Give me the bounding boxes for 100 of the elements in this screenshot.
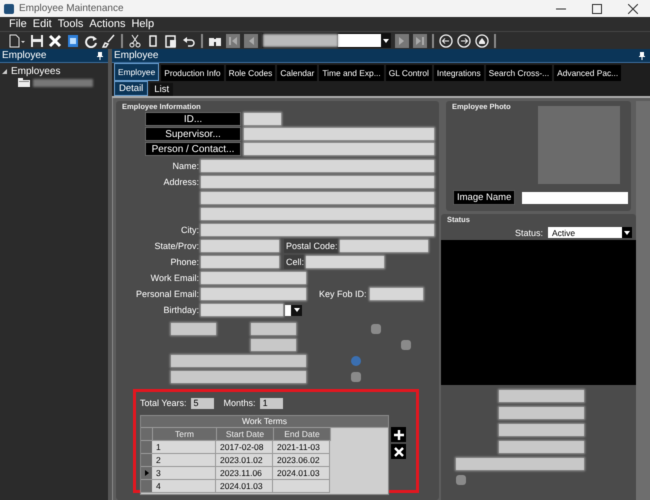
cell-field[interactable]	[306, 256, 384, 268]
tab[interactable]: Calendar	[277, 65, 318, 81]
total-years-field[interactable]: 5	[190, 398, 214, 408]
brush-icon[interactable]	[102, 34, 116, 48]
panel-title: Employee	[114, 50, 158, 61]
last-record-icon[interactable]	[413, 34, 427, 48]
remove-icon[interactable]	[391, 444, 406, 459]
key-fob-field[interactable]	[370, 288, 423, 300]
person-contact-button[interactable]: Person / Contact...	[145, 142, 241, 156]
home-icon[interactable]	[475, 34, 489, 48]
folder-icon	[18, 78, 30, 87]
cut-icon[interactable]	[128, 34, 142, 48]
supervisor-button[interactable]: Supervisor...	[145, 127, 241, 141]
menu-item[interactable]: Actions	[89, 18, 126, 30]
menu-item[interactable]: Tools	[58, 18, 84, 30]
field-label: Postal Code:	[284, 239, 340, 253]
column-header[interactable]: End Date	[274, 428, 331, 441]
column-header[interactable]: Term	[153, 428, 217, 441]
forward-icon[interactable]	[457, 34, 471, 48]
address-field[interactable]	[201, 208, 434, 220]
text-field[interactable]	[338, 34, 381, 47]
panel-title: Employee	[2, 50, 46, 61]
city-field[interactable]	[201, 224, 434, 236]
state-field[interactable]	[201, 240, 279, 252]
field-label: City:	[180, 225, 200, 235]
name-field[interactable]	[201, 160, 434, 172]
new-document-icon[interactable]	[8, 34, 26, 48]
field-label: Months:	[224, 398, 256, 408]
image-name-field[interactable]	[522, 192, 628, 204]
date-dropdown-button[interactable]	[285, 304, 302, 316]
maximize-icon[interactable]	[592, 4, 602, 14]
personal-email-field[interactable]	[201, 288, 306, 300]
delete-icon[interactable]	[48, 34, 62, 48]
grid-corner	[141, 428, 153, 441]
add-icon[interactable]	[391, 427, 406, 442]
field-label: Work Email:	[150, 273, 200, 283]
paste-icon[interactable]	[164, 34, 178, 48]
caret-icon	[294, 308, 300, 312]
status-dropdown[interactable]: Active	[548, 227, 632, 238]
field-label: Status:	[514, 228, 543, 238]
field-label: Cell:	[284, 255, 306, 269]
table-cell: 1	[152, 441, 216, 454]
field-label: State/Prov:	[153, 241, 200, 251]
column-header[interactable]: Start Date	[217, 428, 274, 441]
tab[interactable]: Production Info	[161, 65, 224, 81]
row-indicator[interactable]	[141, 467, 152, 480]
caret-icon	[624, 230, 630, 234]
postal-code-field[interactable]	[340, 240, 428, 252]
tab[interactable]: Integrations	[434, 65, 484, 81]
table-cell: 2024.01.03	[216, 480, 273, 493]
table-cell: 2017-02-08	[216, 441, 273, 454]
table-cell: 2024.01.03	[273, 467, 330, 480]
menu-item[interactable]: Help	[131, 18, 154, 30]
previous-record-icon[interactable]	[244, 34, 258, 48]
expand-icon[interactable]	[2, 69, 7, 74]
next-record-icon[interactable]	[395, 34, 409, 48]
field-label: Key Fob ID:	[319, 289, 367, 299]
field-label: Personal Email:	[134, 289, 200, 299]
document-icon[interactable]	[66, 34, 80, 48]
scroll-track[interactable]	[636, 101, 650, 500]
tab[interactable]: Role Codes	[226, 65, 276, 81]
caret-icon	[382, 38, 388, 42]
birthday-field[interactable]	[201, 304, 283, 316]
field-label: Address:	[162, 177, 200, 187]
record-dropdown[interactable]	[262, 33, 391, 48]
first-record-icon[interactable]	[226, 34, 240, 48]
id-button[interactable]: ID...	[145, 112, 241, 126]
tab[interactable]: Time and Exp...	[319, 65, 384, 81]
tab[interactable]: Search Cross-...	[486, 65, 552, 81]
field-label: Name:	[171, 161, 200, 171]
save-icon[interactable]	[30, 34, 44, 48]
grid-caption: Work Terms	[141, 416, 388, 428]
close-icon[interactable]	[628, 4, 638, 14]
address-field[interactable]	[201, 192, 434, 204]
months-field[interactable]: 1	[260, 398, 283, 408]
pin-icon[interactable]	[97, 52, 103, 60]
menu-item[interactable]: File	[9, 18, 27, 30]
menu-item[interactable]: Edit	[32, 18, 52, 30]
tab[interactable]: Detail	[114, 81, 148, 96]
tab[interactable]: Employee	[114, 63, 160, 81]
tab[interactable]: List	[150, 83, 174, 96]
app-logo-icon	[4, 4, 14, 14]
phone-field[interactable]	[201, 256, 279, 268]
tab[interactable]: GL Control	[386, 65, 432, 81]
work-email-field[interactable]	[201, 272, 306, 284]
blurred-field	[244, 113, 281, 125]
pin-icon[interactable]	[639, 52, 645, 60]
table-cell: 4	[152, 480, 216, 493]
back-icon[interactable]	[439, 34, 453, 48]
table-cell: 2023.06.02	[273, 454, 330, 467]
table-cell: 3	[152, 467, 216, 480]
field-label: Phone:	[169, 257, 200, 267]
table-cell: 2023.01.02	[216, 454, 273, 467]
tree-item[interactable]: Employees	[11, 66, 60, 77]
field-label: Total Years:	[140, 398, 187, 408]
tab[interactable]: Advanced Pac...	[554, 65, 622, 81]
field-label: Birthday:	[162, 305, 200, 315]
refresh-icon[interactable]	[84, 34, 98, 48]
image-name-button[interactable]: Image Name	[453, 190, 516, 205]
address-field[interactable]	[201, 176, 434, 188]
